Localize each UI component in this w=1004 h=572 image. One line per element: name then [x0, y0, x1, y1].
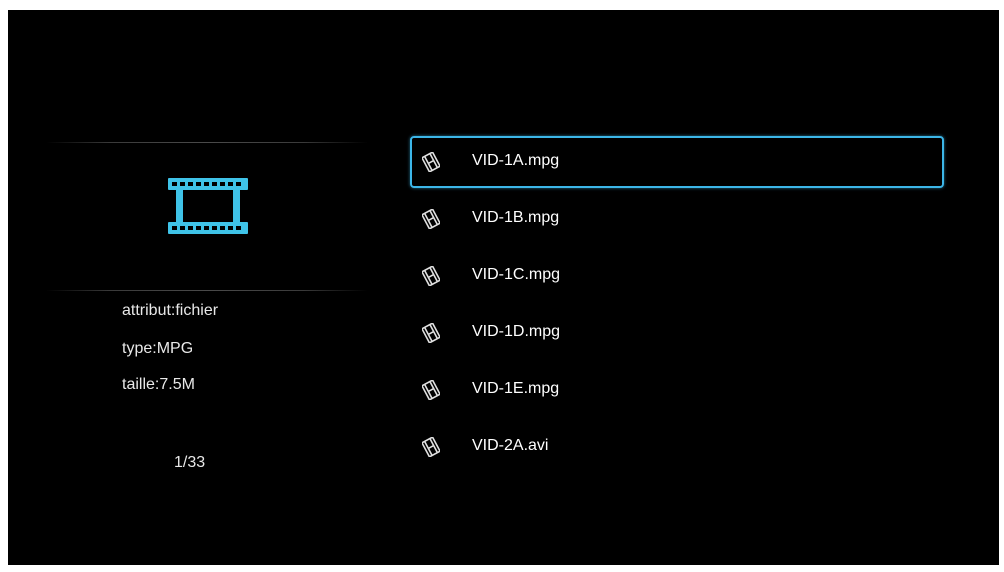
file-item-vid-1a[interactable]: VID-1A.mpg: [410, 136, 944, 188]
film-icon: [422, 437, 440, 457]
file-name: VID-1D.mpg: [472, 323, 561, 340]
film-icon: [422, 266, 440, 286]
film-icon: [422, 209, 440, 229]
page-counter: 1/33: [174, 454, 206, 471]
file-name: VID-1A.mpg: [472, 152, 560, 169]
film-icon: [422, 152, 440, 172]
file-list: VID-1A.mpg VID-1B.mpg VID-1C.mpg VID-1D.…: [410, 136, 944, 478]
film-icon: [422, 380, 440, 400]
media-browser-screen: attribut:fichier type:MPG taille:7.5M 1/…: [8, 10, 999, 565]
file-item-vid-1c[interactable]: VID-1C.mpg: [410, 250, 944, 302]
file-name: VID-1B.mpg: [472, 209, 560, 226]
file-item-vid-2a[interactable]: VID-2A.avi: [410, 421, 944, 473]
file-size: taille:7.5M: [122, 376, 195, 393]
file-item-vid-1b[interactable]: VID-1B.mpg: [410, 193, 944, 245]
bottom-divider: [46, 290, 368, 291]
file-item-vid-1e[interactable]: VID-1E.mpg: [410, 364, 944, 416]
file-name: VID-1C.mpg: [472, 266, 561, 283]
file-attribute: attribut:fichier: [122, 302, 219, 319]
film-icon: [422, 323, 440, 343]
film-strip-icon: [168, 178, 248, 234]
file-name: VID-2A.avi: [472, 437, 549, 454]
top-divider: [46, 142, 368, 143]
file-type: type:MPG: [122, 340, 194, 357]
file-item-vid-1d[interactable]: VID-1D.mpg: [410, 307, 944, 359]
file-name: VID-1E.mpg: [472, 380, 560, 397]
